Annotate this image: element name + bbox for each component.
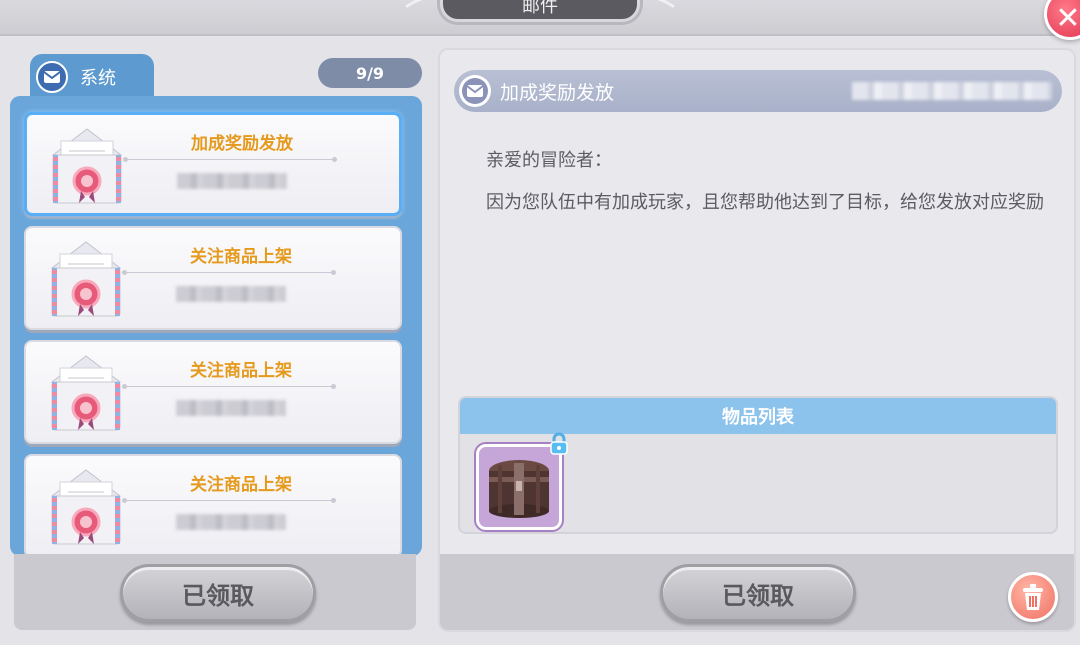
- envelope-icon: [51, 128, 123, 204]
- mail-item-date-redacted: [176, 286, 286, 302]
- mail-list[interactable]: 加成奖励发放 关注商品上架 关注商品上架 关注商品上架: [10, 108, 422, 556]
- mail-detail-footer: 已领取: [440, 554, 1074, 630]
- mail-item-divider: [122, 270, 336, 275]
- mail-item-title: 关注商品上架: [190, 361, 292, 381]
- attachment-item[interactable]: [476, 444, 562, 530]
- attachment-header: 物品列表: [460, 398, 1056, 434]
- mail-list-item[interactable]: 关注商品上架: [24, 226, 402, 330]
- mail-detail-header: 加成奖励发放: [454, 70, 1062, 112]
- trash-icon: [1023, 584, 1043, 610]
- claim-button[interactable]: 已领取: [660, 564, 856, 622]
- mail-list-item[interactable]: 关注商品上架: [24, 454, 402, 556]
- mail-detail-title: 加成奖励发放: [500, 81, 615, 104]
- delete-button[interactable]: [1008, 572, 1058, 622]
- mail-item-date-redacted: [176, 400, 286, 416]
- attachment-box: 物品列表: [458, 396, 1058, 534]
- mail-list-item[interactable]: 关注商品上架: [24, 340, 402, 444]
- mail-count-badge: 9/9: [318, 58, 422, 88]
- mail-item-divider: [122, 498, 336, 503]
- window-title-plate: 邮件: [440, 0, 640, 22]
- mail-detail-panel: 加成奖励发放 亲爱的冒险者： 因为您队伍中有加成玩家，且您帮助他达到了目标，给您…: [438, 48, 1076, 632]
- lock-icon: [550, 432, 568, 455]
- mail-list-footer: 已领取: [14, 554, 416, 630]
- mail-greeting: 亲爱的冒险者：: [486, 150, 612, 171]
- envelope-icon: [50, 241, 122, 317]
- tab-system[interactable]: 系统: [30, 54, 154, 100]
- claim-all-button[interactable]: 已领取: [120, 564, 316, 622]
- mail-icon: [459, 75, 491, 107]
- close-icon: ✕: [1055, 0, 1080, 36]
- mail-list-item[interactable]: 加成奖励发放: [24, 112, 402, 216]
- tab-system-label: 系统: [80, 68, 116, 89]
- mail-item-date-redacted: [177, 173, 287, 189]
- mail-item-title: 关注商品上架: [190, 475, 292, 495]
- mail-body-text: 因为您队伍中有加成玩家，且您帮助他达到了目标，给您发放对应奖励: [486, 192, 1044, 213]
- window-title: 邮件: [522, 0, 558, 17]
- envelope-icon: [50, 355, 122, 431]
- mail-list-panel: 加成奖励发放 关注商品上架 关注商品上架 关注商品上架: [10, 96, 422, 556]
- mail-item-divider: [122, 384, 336, 389]
- mail-item-title: 加成奖励发放: [191, 134, 293, 154]
- mail-item-divider: [123, 157, 337, 162]
- treasure-chest-icon: [489, 460, 549, 518]
- mail-icon: [36, 61, 68, 93]
- envelope-icon: [50, 469, 122, 545]
- mail-detail-meta-redacted: [852, 82, 1052, 100]
- mail-item-date-redacted: [176, 514, 286, 530]
- mail-item-title: 关注商品上架: [190, 247, 292, 267]
